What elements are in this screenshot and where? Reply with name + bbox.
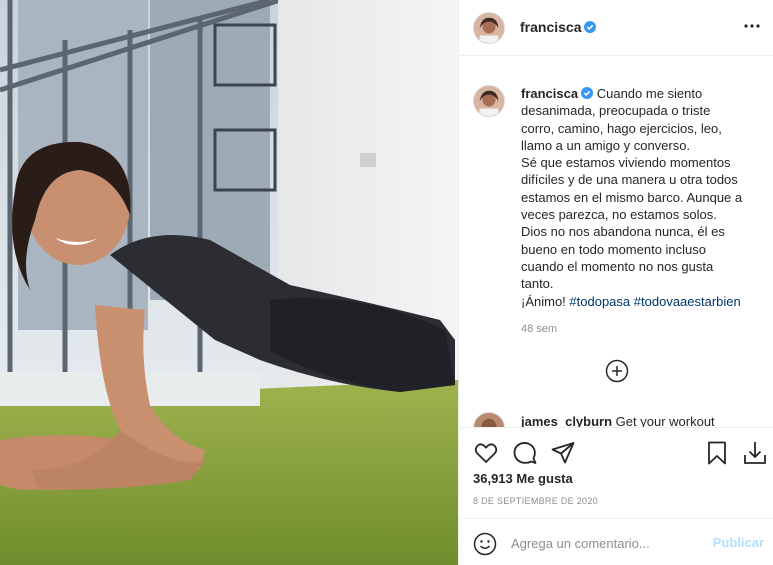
caption-line: estamos en el mismo barco. Aunque a (521, 189, 743, 205)
verified-badge-icon (584, 21, 597, 33)
add-comment-bar: Publicar (459, 518, 773, 565)
comment-row: james_clyburn Get your workout (473, 412, 763, 427)
comment-text: james_clyburn Get your workout (521, 414, 715, 427)
bookmark-icon[interactable] (704, 440, 730, 466)
post-detail-panel: francisca francisca Cuando me siento des… (458, 0, 773, 565)
caption-line: bueno en todo momento incluso (521, 241, 707, 257)
more-horizontal-icon[interactable] (742, 16, 762, 36)
post-date: 8 DE SEPTIEMBRE DE 2020 (473, 496, 598, 506)
verified-badge-icon (581, 87, 594, 99)
hashtag-link[interactable]: #todovaaestarbien (634, 294, 741, 309)
caption-line: llamo a un amigo y converso. (521, 137, 691, 153)
avatar-image (474, 86, 504, 116)
caption-line: desanimada, preocupada o triste (521, 103, 711, 119)
hashtag-link[interactable]: #todopasa (569, 294, 630, 309)
caption-line: tanto. (521, 276, 554, 292)
avatar-image (474, 413, 504, 427)
caption-username[interactable]: francisca (521, 86, 578, 101)
post-photo-illustration (0, 0, 458, 565)
caption-line: corro, camino, hago ejercicios, leo, (521, 120, 722, 136)
heart-icon[interactable] (473, 440, 499, 466)
caption-time[interactable]: 48 sem (521, 323, 557, 335)
caption-avatar[interactable] (473, 85, 505, 117)
post-photo[interactable] (0, 0, 458, 565)
post-header: francisca (459, 0, 773, 56)
header-username[interactable]: francisca (520, 19, 597, 35)
emoji-icon[interactable] (473, 532, 497, 556)
avatar-image (474, 13, 504, 43)
caption-line: Cuando me siento (596, 86, 703, 101)
likes-number[interactable]: 36,913 (473, 471, 513, 486)
plus-circle-icon[interactable] (605, 359, 629, 383)
author-avatar[interactable] (473, 12, 505, 44)
likes-count[interactable]: 36,913 Me gusta (473, 471, 573, 486)
commenter-avatar[interactable] (473, 412, 505, 427)
caption-text: francisca Cuando me siento desanimada, p… (521, 85, 761, 310)
publish-button[interactable]: Publicar (713, 535, 764, 550)
caption-line: Sé que estamos viviendo momentos (521, 155, 731, 171)
caption-line: Dios no nos abandona nunca, él es (521, 224, 725, 240)
header-username-text[interactable]: francisca (520, 19, 581, 35)
comment-icon[interactable] (512, 440, 538, 466)
download-icon[interactable] (742, 440, 768, 466)
comment-username[interactable]: james_clyburn (521, 414, 612, 427)
caption-line: cuando el momento no nos gusta (521, 258, 714, 274)
caption-last-line: ¡Ánimo! (521, 293, 566, 309)
comment-body: Get your workout (615, 414, 715, 427)
comment-input[interactable] (511, 529, 701, 557)
comments-area[interactable]: francisca Cuando me siento desanimada, p… (459, 57, 773, 427)
likes-label[interactable]: Me gusta (516, 471, 572, 486)
share-icon[interactable] (550, 440, 576, 466)
caption-line: difíciles y de una manera u otra todos (521, 172, 738, 188)
caption-line: veces parezca, no estamos solos. (521, 207, 717, 223)
